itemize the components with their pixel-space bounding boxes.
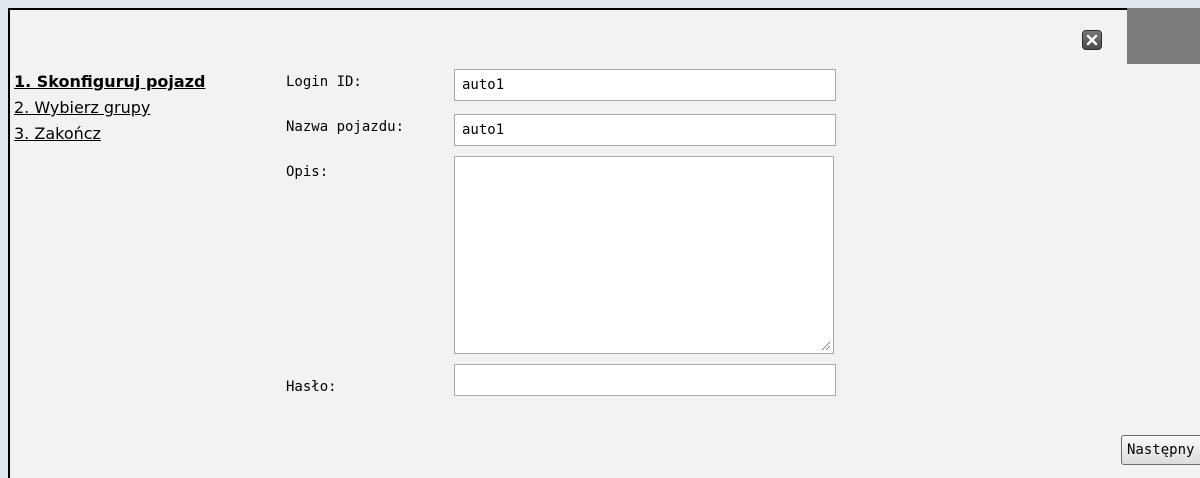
dialog-titlebar-edge bbox=[1127, 8, 1200, 64]
password-input[interactable] bbox=[454, 364, 836, 396]
login-id-input[interactable] bbox=[454, 69, 836, 101]
wizard-step-configure-vehicle[interactable]: 1. Skonfiguruj pojazd bbox=[14, 72, 205, 91]
login-id-label: Login ID: bbox=[286, 74, 362, 90]
vehicle-name-label: Nazwa pojazdu: bbox=[286, 119, 405, 135]
description-label: Opis: bbox=[286, 164, 329, 180]
next-button[interactable]: Następny bbox=[1121, 435, 1200, 465]
description-textarea[interactable] bbox=[454, 156, 834, 354]
vehicle-config-dialog: 1. Skonfiguruj pojazd 2. Wybierz grupy 3… bbox=[8, 8, 1200, 478]
wizard-step-finish[interactable]: 3. Zakończ bbox=[14, 124, 101, 143]
vehicle-name-input[interactable] bbox=[454, 114, 836, 146]
close-button[interactable] bbox=[1082, 30, 1102, 50]
password-label: Hasło: bbox=[286, 379, 337, 395]
close-icon bbox=[1086, 34, 1098, 46]
wizard-step-select-groups[interactable]: 2. Wybierz grupy bbox=[14, 98, 150, 117]
resize-grip-icon[interactable] bbox=[821, 341, 831, 351]
